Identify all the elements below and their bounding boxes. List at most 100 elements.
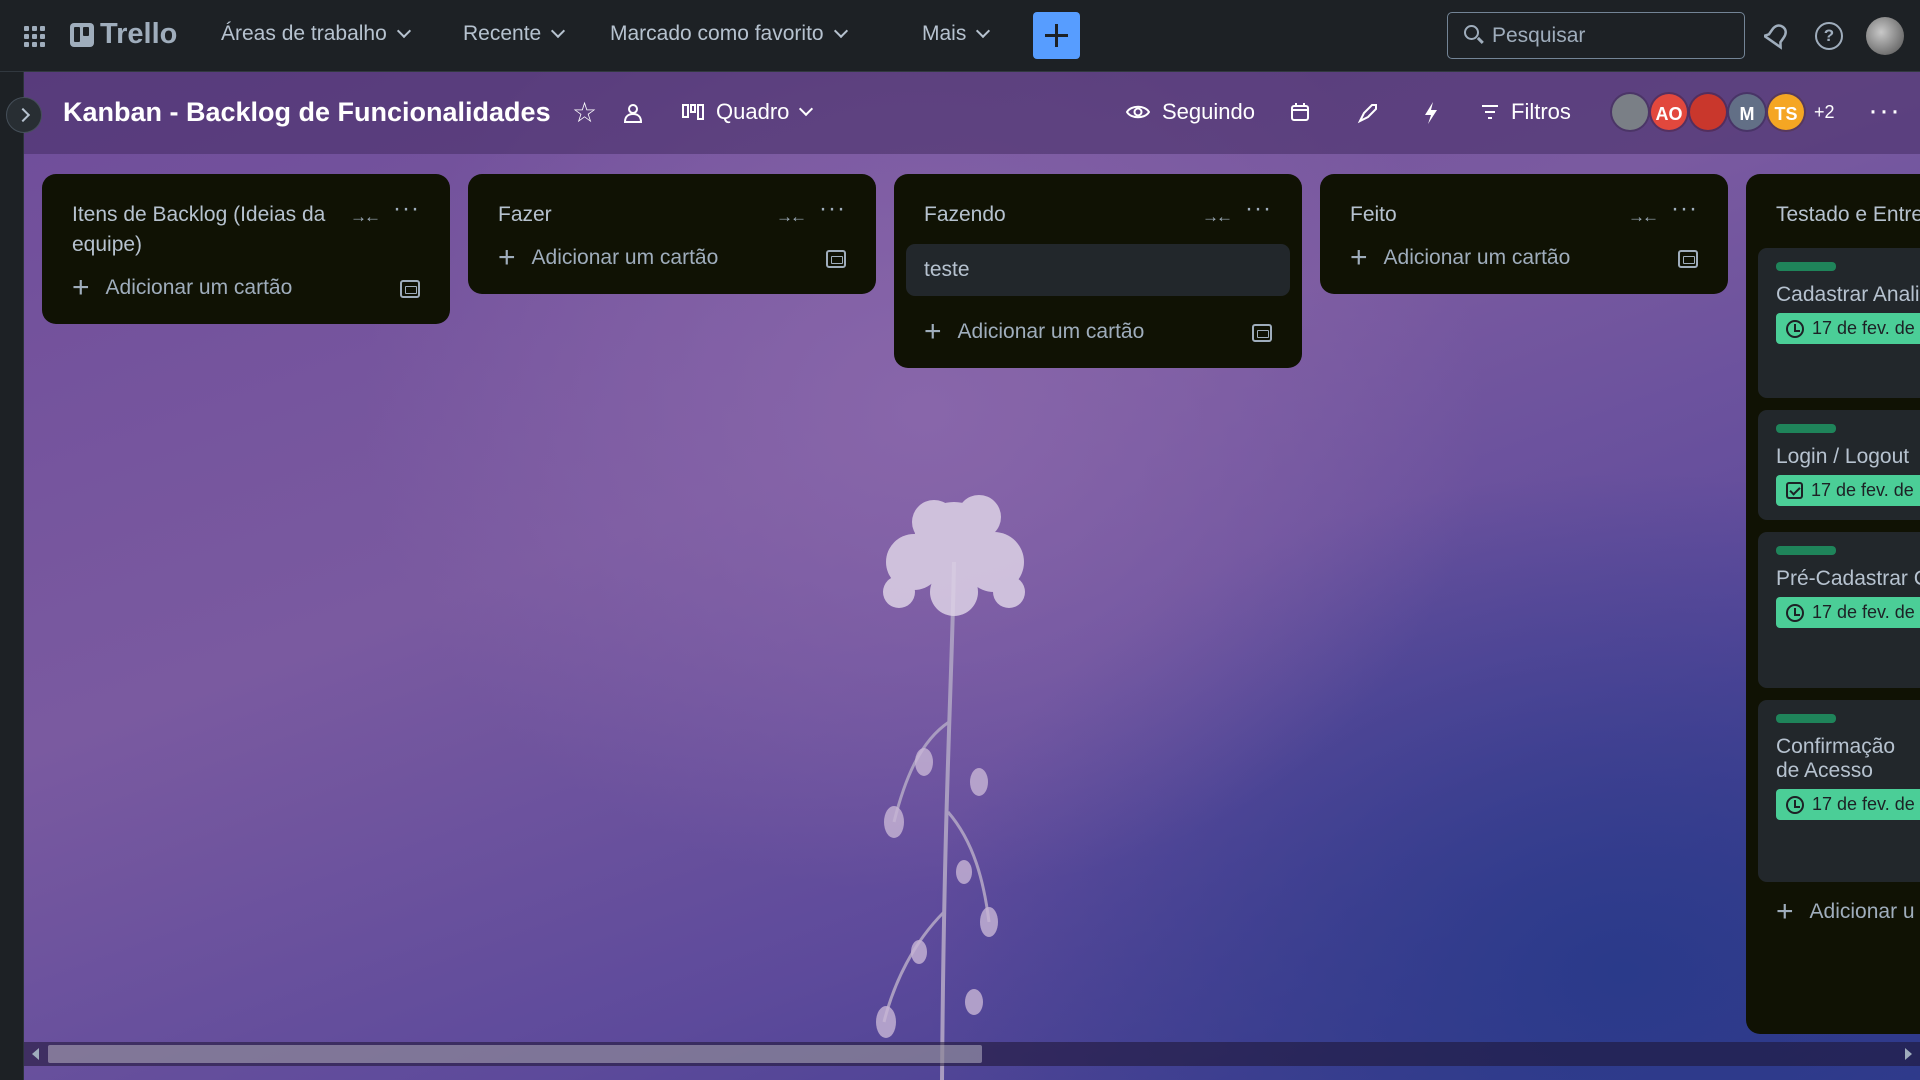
list-title[interactable]: Fazer xyxy=(498,203,552,226)
card-title: Login / Logout xyxy=(1776,445,1910,468)
avatar[interactable] xyxy=(1866,17,1904,55)
trello-logo-icon xyxy=(70,22,94,47)
top-navigation: Trello Áreas de trabalho Recente Marcado… xyxy=(0,0,1920,72)
board-menu-dots-icon[interactable]: ··· xyxy=(1868,94,1901,128)
list-menu-dots-icon[interactable]: ··· xyxy=(1245,194,1272,224)
due-date-text: 17 de fev. de xyxy=(1812,318,1915,338)
menu-recent[interactable]: Recente xyxy=(463,22,566,46)
help-icon[interactable]: ? xyxy=(1815,22,1843,50)
member-avatar[interactable]: TS xyxy=(1766,92,1806,132)
scroll-left-arrow-icon[interactable] xyxy=(32,1048,39,1060)
collapse-list-icon[interactable]: →← xyxy=(1202,202,1233,232)
add-card-label: Adicionar um cartão xyxy=(105,276,293,299)
list-title[interactable]: Itens de Backlog (Ideias da equipe) xyxy=(72,203,325,256)
scroll-right-arrow-icon[interactable] xyxy=(1905,1048,1912,1060)
bell-icon[interactable] xyxy=(1764,22,1790,50)
view-switcher-board[interactable]: Quadro xyxy=(682,99,814,125)
member-avatar[interactable]: M xyxy=(1727,92,1767,132)
card-title: Confirmação de Acesso xyxy=(1776,735,1896,782)
board-horizontal-scrollbar[interactable] xyxy=(24,1042,1920,1066)
view-label: Quadro xyxy=(716,99,790,124)
list-title[interactable]: Fazendo xyxy=(924,203,1006,226)
filters-button[interactable]: Filtros xyxy=(1481,99,1571,125)
plus-icon: + xyxy=(1776,895,1794,928)
add-card-label: Adicionar um cartão xyxy=(531,246,719,269)
card-title: teste xyxy=(924,258,970,281)
board-title[interactable]: Kanban - Backlog de Funcionalidades xyxy=(63,97,551,128)
menu-workspaces[interactable]: Áreas de trabalho xyxy=(221,22,411,46)
card[interactable]: Cadastrar Analis 17 de fev. de xyxy=(1758,248,1920,398)
due-date-text: 17 de fev. de xyxy=(1812,602,1915,622)
add-card-button[interactable]: + Adicionar um cartão xyxy=(480,234,864,280)
member-avatar[interactable] xyxy=(1610,92,1650,132)
workspace-visibility-icon[interactable] xyxy=(622,102,644,124)
clock-icon xyxy=(1786,603,1804,622)
sidebar-collapsed xyxy=(0,72,24,1080)
due-date-badge[interactable]: 17 de fev. de xyxy=(1776,475,1920,506)
member-avatar[interactable]: AO xyxy=(1649,92,1689,132)
list-doing: Fazendo →← ··· teste + Adicionar um cart… xyxy=(894,174,1302,368)
list-title[interactable]: Testado e Entre 1) xyxy=(1776,203,1920,226)
card[interactable]: Pré-Cadastrar C 17 de fev. de xyxy=(1758,532,1920,688)
automation-bolt-icon[interactable] xyxy=(1422,101,1440,125)
add-card-button[interactable]: + Adicionar u xyxy=(1758,888,1920,934)
chevron-down-icon xyxy=(551,23,566,39)
add-card-button[interactable]: + Adicionar um cartão xyxy=(1332,234,1716,280)
collapse-list-icon[interactable]: →← xyxy=(776,202,807,232)
list-done: Feito →← ··· + Adicionar um cartão xyxy=(1320,174,1728,294)
list-menu-dots-icon[interactable]: ··· xyxy=(1671,194,1698,224)
add-card-button[interactable]: + Adicionar um cartão xyxy=(54,264,438,310)
member-avatar[interactable] xyxy=(1688,92,1728,132)
calendar-icon[interactable] xyxy=(1290,102,1310,122)
star-icon[interactable]: ☆ xyxy=(572,96,597,129)
card[interactable]: Login / Logout 17 de fev. de xyxy=(1758,410,1920,520)
card[interactable]: Confirmação de Acesso 17 de fev. de xyxy=(1758,700,1920,882)
scrollbar-thumb[interactable] xyxy=(48,1045,982,1063)
list-tested-delivered: Testado e Entre 1) Cadastrar Analis 17 d… xyxy=(1746,174,1920,1034)
card-template-icon[interactable] xyxy=(1678,250,1698,268)
clock-icon xyxy=(1786,319,1804,338)
logo-text: Trello xyxy=(100,18,178,50)
checkbox-icon xyxy=(1786,482,1803,499)
card-template-icon[interactable] xyxy=(826,250,846,268)
create-button[interactable] xyxy=(1033,12,1080,59)
collapse-list-icon[interactable]: →← xyxy=(350,202,381,232)
list-menu-dots-icon[interactable]: ··· xyxy=(393,194,420,224)
card[interactable]: teste xyxy=(906,244,1290,296)
power-ups-rocket-icon[interactable] xyxy=(1356,101,1380,125)
card-title: Pré-Cadastrar C xyxy=(1776,567,1920,590)
chevron-down-icon xyxy=(396,23,411,39)
following-label: Seguindo xyxy=(1162,99,1255,124)
card-template-icon[interactable] xyxy=(1252,324,1272,342)
list-title[interactable]: Feito xyxy=(1350,203,1397,226)
due-date-badge[interactable]: 17 de fev. de xyxy=(1776,789,1920,820)
card-label-green xyxy=(1776,714,1836,723)
board-header: Kanban - Backlog de Funcionalidades ☆ Qu… xyxy=(24,72,1920,154)
list-menu-dots-icon[interactable]: ··· xyxy=(819,194,846,224)
trello-logo[interactable]: Trello xyxy=(70,18,177,51)
search-box[interactable] xyxy=(1447,12,1745,59)
add-card-label: Adicionar u xyxy=(1809,900,1915,923)
search-input[interactable] xyxy=(1492,23,1732,48)
eye-icon xyxy=(1126,105,1150,119)
chevron-down-icon xyxy=(799,101,814,117)
chevron-down-icon xyxy=(833,23,848,39)
following-button[interactable]: Seguindo xyxy=(1126,99,1255,125)
menu-label: Marcado como favorito xyxy=(610,22,824,45)
plus-icon: + xyxy=(498,241,516,274)
apps-grid-icon[interactable] xyxy=(22,24,46,48)
filter-icon xyxy=(1482,105,1498,119)
members-more-count[interactable]: +2 xyxy=(1814,102,1835,123)
card-template-icon[interactable] xyxy=(400,280,420,298)
menu-starred[interactable]: Marcado como favorito xyxy=(610,22,848,46)
due-date-text: 17 de fev. de xyxy=(1812,794,1915,814)
add-card-button[interactable]: + Adicionar um cartão xyxy=(906,308,1290,354)
collapse-list-icon[interactable]: →← xyxy=(1628,202,1659,232)
plus-icon: + xyxy=(1350,241,1368,274)
add-card-label: Adicionar um cartão xyxy=(957,320,1145,343)
due-date-badge[interactable]: 17 de fev. de xyxy=(1776,313,1920,344)
sidebar-expand-button[interactable] xyxy=(6,97,42,133)
menu-more[interactable]: Mais xyxy=(922,22,991,46)
due-date-badge[interactable]: 17 de fev. de xyxy=(1776,597,1920,628)
list-todo: Fazer →← ··· + Adicionar um cartão xyxy=(468,174,876,294)
